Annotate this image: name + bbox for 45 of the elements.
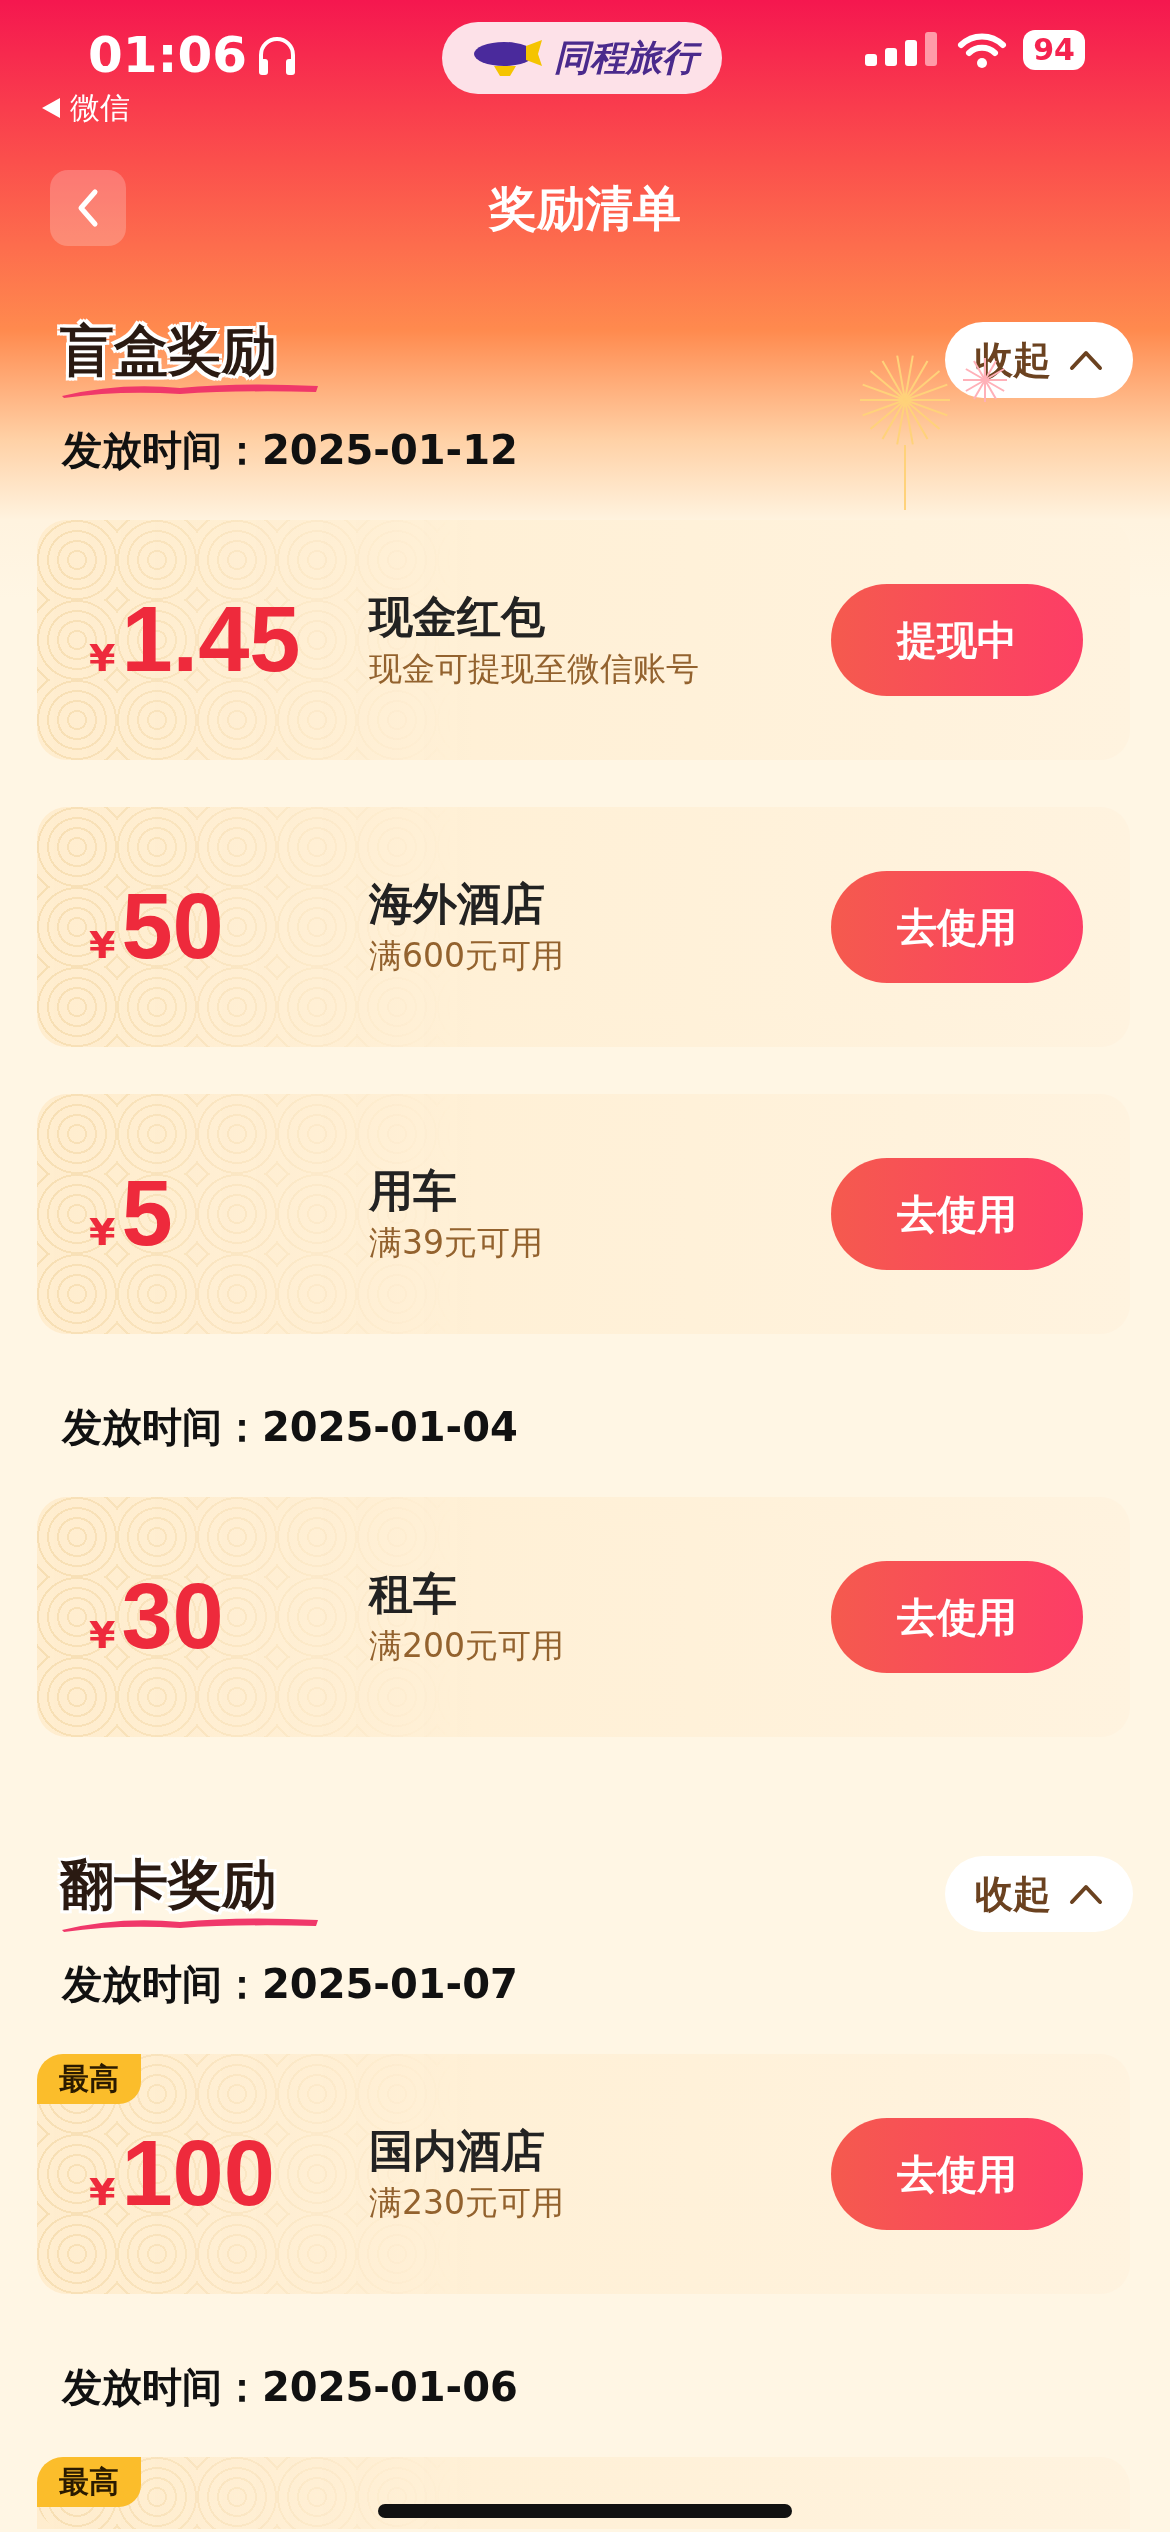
brush-stroke-icon <box>60 1916 320 1932</box>
reward-name: 国内酒店 <box>369 2124 546 2178</box>
currency-symbol: ¥ <box>89 922 116 969</box>
reward-action-button[interactable]: 去使用 <box>831 871 1083 983</box>
currency-symbol: ¥ <box>89 1209 116 1256</box>
reward-amount: 50 <box>121 880 224 972</box>
section-title: 盲盒奖励 <box>60 322 277 380</box>
chevron-up-icon <box>1069 1883 1103 1905</box>
reward-action-button[interactable]: 去使用 <box>831 1158 1083 1270</box>
reward-name: 用车 <box>369 1164 458 1218</box>
battery-level: 94 <box>1023 30 1085 70</box>
reward-name: 海外酒店 <box>369 877 546 931</box>
back-button[interactable] <box>50 170 126 246</box>
reward-amount: 30 <box>121 1570 224 1662</box>
issue-date: 发放时间：2025-01-12 <box>60 426 519 475</box>
issue-date: 发放时间：2025-01-06 <box>60 2363 519 2412</box>
brush-stroke-icon <box>60 382 320 398</box>
reward-action-button[interactable]: 提现中 <box>831 584 1083 696</box>
currency-symbol: ¥ <box>89 1612 116 1659</box>
collapse-button[interactable]: 收起 <box>945 1856 1133 1932</box>
reward-action-button[interactable]: 去使用 <box>831 2118 1083 2230</box>
reward-amount: 5 <box>121 1167 173 1259</box>
reward-action-button[interactable]: 去使用 <box>831 1561 1083 1673</box>
highest-tag: 最高 <box>37 2457 141 2507</box>
reward-amount: 100 <box>121 2127 275 2219</box>
chevron-up-icon <box>1069 349 1103 371</box>
back-triangle-icon[interactable] <box>40 96 62 120</box>
page-title: 奖励清单 <box>489 179 681 238</box>
reward-name: 租车 <box>369 1567 458 1621</box>
back-to-app-link[interactable]: 微信 <box>70 88 130 128</box>
issue-date: 发放时间：2025-01-04 <box>60 1403 519 1452</box>
wifi-icon <box>957 31 1008 69</box>
issue-date: 发放时间：2025-01-07 <box>60 1960 519 2009</box>
section-title: 翻卡奖励 <box>60 1856 277 1914</box>
reward-condition: 满600元可用 <box>369 935 565 977</box>
highest-tag: 最高 <box>37 2054 141 2104</box>
reward-name: 现金红包 <box>369 590 546 644</box>
reward-condition: 满200元可用 <box>369 1625 565 1667</box>
reward-amount: 1.45 <box>121 593 301 685</box>
currency-symbol: ¥ <box>89 2169 116 2216</box>
reward-condition: 现金可提现至微信账号 <box>369 648 700 690</box>
currency-symbol: ¥ <box>89 635 116 682</box>
reward-condition: 满230元可用 <box>369 2182 565 2224</box>
reward-condition: 满39元可用 <box>369 1222 544 1264</box>
status-time: 01:06 <box>87 25 248 86</box>
